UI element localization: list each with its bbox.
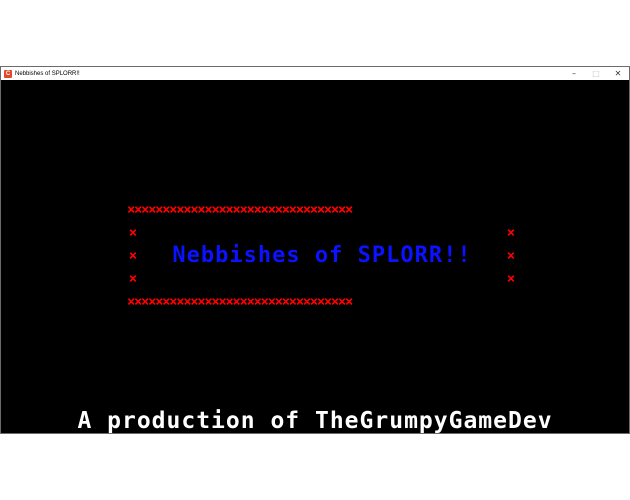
frame-left-mark: × xyxy=(128,225,138,241)
frame-left-mark: × xyxy=(128,271,138,287)
frame-bottom-border: ×××××××××××××××××××××××××××××××× xyxy=(127,295,353,309)
credit-text: A production of TheGrumpyGameDev xyxy=(77,408,553,433)
window-title: Nebbishes of SPLORR!! xyxy=(15,70,80,77)
window-titlebar[interactable]: C Nebbishes of SPLORR!! – □ ✕ xyxy=(1,67,629,80)
frame-left-mark: × xyxy=(128,248,138,264)
app-icon: C xyxy=(4,69,12,78)
game-canvas[interactable]: ×××××××××××××××××××××××××××××××× × × × ×… xyxy=(1,80,629,433)
frame-right-mark: × xyxy=(506,225,516,241)
game-title: Nebbishes of SPLORR!! xyxy=(172,243,472,268)
frame-right-mark: × xyxy=(506,248,516,264)
maximize-button[interactable]: □ xyxy=(585,67,607,80)
minimize-button[interactable]: – xyxy=(563,67,585,80)
title-frame: ×××××××××××××××××××××××××××××××× × × × ×… xyxy=(127,203,517,309)
frame-top-border: ×××××××××××××××××××××××××××××××× xyxy=(127,203,353,217)
window-controls: – □ ✕ xyxy=(563,67,629,80)
close-button[interactable]: ✕ xyxy=(607,67,629,80)
frame-right-mark: × xyxy=(506,271,516,287)
game-window: C Nebbishes of SPLORR!! – □ ✕ ××××××××××… xyxy=(0,66,630,434)
